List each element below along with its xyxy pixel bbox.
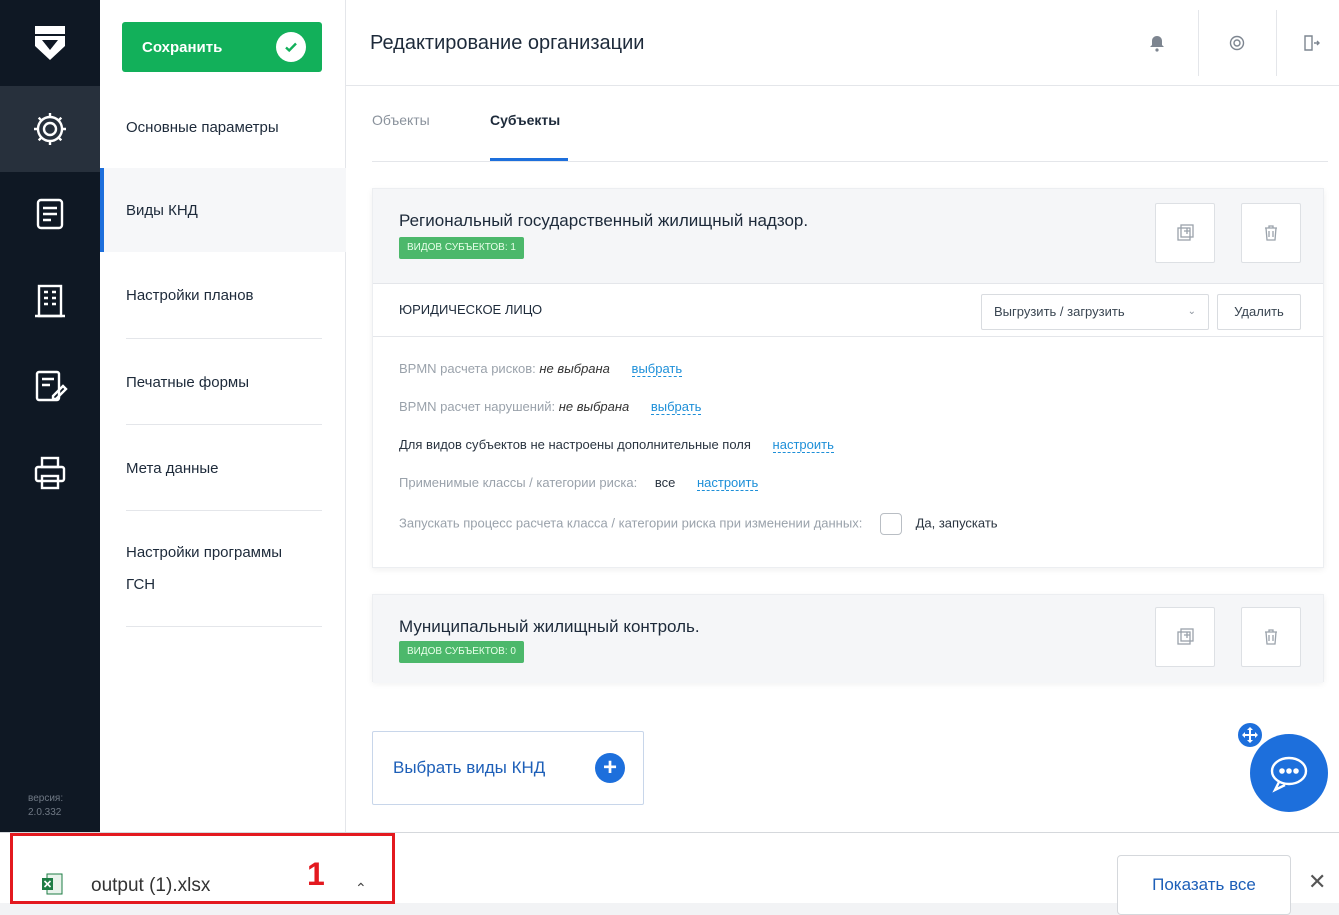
copy-button[interactable] [1155,203,1215,263]
form-edit-icon[interactable] [0,344,100,430]
bpmn-risk-line: BPMN расчета рисков: не выбрана выбрать [399,361,683,377]
menu-item-knd-types[interactable]: Виды КНД [100,168,346,252]
building-icon[interactable] [0,258,100,344]
version-label: версия: [28,793,64,804]
menu-item-label: Виды КНД [126,201,198,219]
download-file-name: output (1).xlsx [91,875,211,896]
menu-item-label: Печатные формы [126,373,250,391]
main-content: Объекты Субъекты Региональный государств… [346,86,1339,832]
app-rail: версия: 2.0.332 [0,0,100,832]
bpmn-risk-value: не выбрана [539,361,610,376]
export-import-select[interactable]: Выгрузить / загрузить ⌄ [981,294,1209,330]
card-title: Муниципальный жилищный контроль. [399,617,700,636]
chevron-up-icon[interactable]: ⌃ [355,880,367,897]
bpmn-violation-label: BPMN расчет нарушений: [399,399,556,414]
settings-menu: Сохранить Основные параметры Виды КНД На… [100,0,346,832]
trash-icon [1265,225,1277,241]
delete-card-button[interactable] [1241,203,1301,263]
copy-icon [1177,628,1194,645]
run-process-checkbox-label[interactable]: Да, запускать [916,515,998,530]
copy-button[interactable] [1155,607,1215,667]
tab-objects[interactable]: Объекты [372,112,430,128]
run-process-checkbox[interactable] [879,513,902,535]
menu-item-main-params[interactable]: Основные параметры [100,86,346,168]
delete-card-button[interactable] [1241,607,1301,667]
drag-handle[interactable] [1236,721,1264,749]
menu-item-label: Настройки планов [126,286,254,304]
gear-icon[interactable] [0,86,100,172]
active-tab-indicator [490,158,568,161]
logout-icon[interactable] [1296,28,1326,58]
chat-button[interactable] [1250,734,1328,812]
tab-bar: Объекты Субъекты [372,86,1328,162]
bpmn-violation-value: не выбрана [558,399,630,414]
chevron-down-icon: ⌄ [1187,306,1196,317]
choose-knd-button[interactable]: Выбрать виды КНД + [372,731,644,805]
classes-value: все [654,475,676,490]
bpmn-risk-label: BPMN расчета рисков: [399,361,536,376]
menu-divider [126,626,322,627]
excel-file-icon [42,873,63,895]
fields-configure-link[interactable]: настроить [772,437,834,453]
show-all-button[interactable]: Показать все [1117,855,1291,915]
settings-icon[interactable] [1222,28,1252,58]
classes-label: Применимые классы / категории риска: [399,475,638,490]
bpmn-risk-choose-link[interactable]: выбрать [631,361,683,377]
menu-item-label: Основные параметры [126,118,279,136]
bpmn-violation-line: BPMN расчет нарушений: не выбрана выбрат… [399,399,702,415]
bell-icon[interactable] [1142,28,1172,58]
menu-item-meta-data[interactable]: Мета данные [100,425,346,511]
process-label: Запускать процесс расчета класса / катег… [399,515,863,531]
card-title: Региональный государственный жилищный на… [399,211,809,230]
header-divider [1198,10,1199,76]
annotation-marker: 1 [307,856,325,892]
check-icon [276,32,306,62]
process-line: Запускать процесс расчета класса / катег… [399,513,998,535]
menu-item-print-forms[interactable]: Печатные формы [100,339,346,425]
move-icon [1242,727,1258,743]
delete-entity-button[interactable]: Удалить [1217,294,1301,330]
menu-item-plan-settings[interactable]: Настройки планов [100,252,346,338]
knd-card: Муниципальный жилищный контроль. видов с… [372,594,1324,683]
card-header: Региональный государственный жилищный на… [373,189,1323,283]
menu-item-gsn-program[interactable]: Настройки программы ГСН [100,511,346,627]
document-list-icon[interactable] [0,172,100,258]
trash-icon [1265,629,1277,645]
classes-configure-link[interactable]: настроить [696,475,759,491]
card-header: Муниципальный жилищный контроль. видов с… [373,595,1323,683]
save-button[interactable]: Сохранить [122,22,322,72]
menu-item-label: Мета данные [126,459,219,477]
page-title: Редактирование организации [370,32,645,54]
version-info: версия: 2.0.332 [0,792,100,820]
entity-row: юридическое лицо Выгрузить / загрузить ⌄… [373,283,1323,337]
version-value: 2.0.332 [28,807,62,818]
bpmn-violation-choose-link[interactable]: выбрать [650,399,702,415]
export-import-label: Выгрузить / загрузить [994,304,1125,319]
download-bar: output (1).xlsx 1 ⌃ Показать все ✕ [0,832,1339,915]
page-header: Редактирование организации [346,0,1339,86]
close-icon[interactable]: ✕ [1308,869,1326,895]
logo-icon[interactable] [0,0,100,86]
chat-icon [1270,756,1308,793]
tab-subjects[interactable]: Субъекты [490,112,560,128]
printer-icon[interactable] [0,430,100,516]
plus-icon: + [595,753,625,783]
status-badge: видов субъектов: 1 [399,237,524,259]
copy-icon [1177,224,1194,241]
classes-line: Применимые классы / категории риска: все… [399,475,759,491]
choose-knd-label: Выбрать виды КНД [393,758,546,777]
menu-item-label: Настройки программы ГСН [126,544,283,593]
download-item[interactable]: output (1).xlsx 1 ⌃ [10,833,395,904]
fields-line: Для видов субъектов не настроены дополни… [399,437,834,453]
header-divider [1276,10,1277,76]
status-badge: видов субъектов: 0 [399,641,524,663]
save-button-label: Сохранить [142,38,223,56]
entity-type-label: юридическое лицо [399,302,543,317]
fields-text: Для видов субъектов не настроены дополни… [399,437,751,452]
knd-card: Региональный государственный жилищный на… [372,188,1324,568]
